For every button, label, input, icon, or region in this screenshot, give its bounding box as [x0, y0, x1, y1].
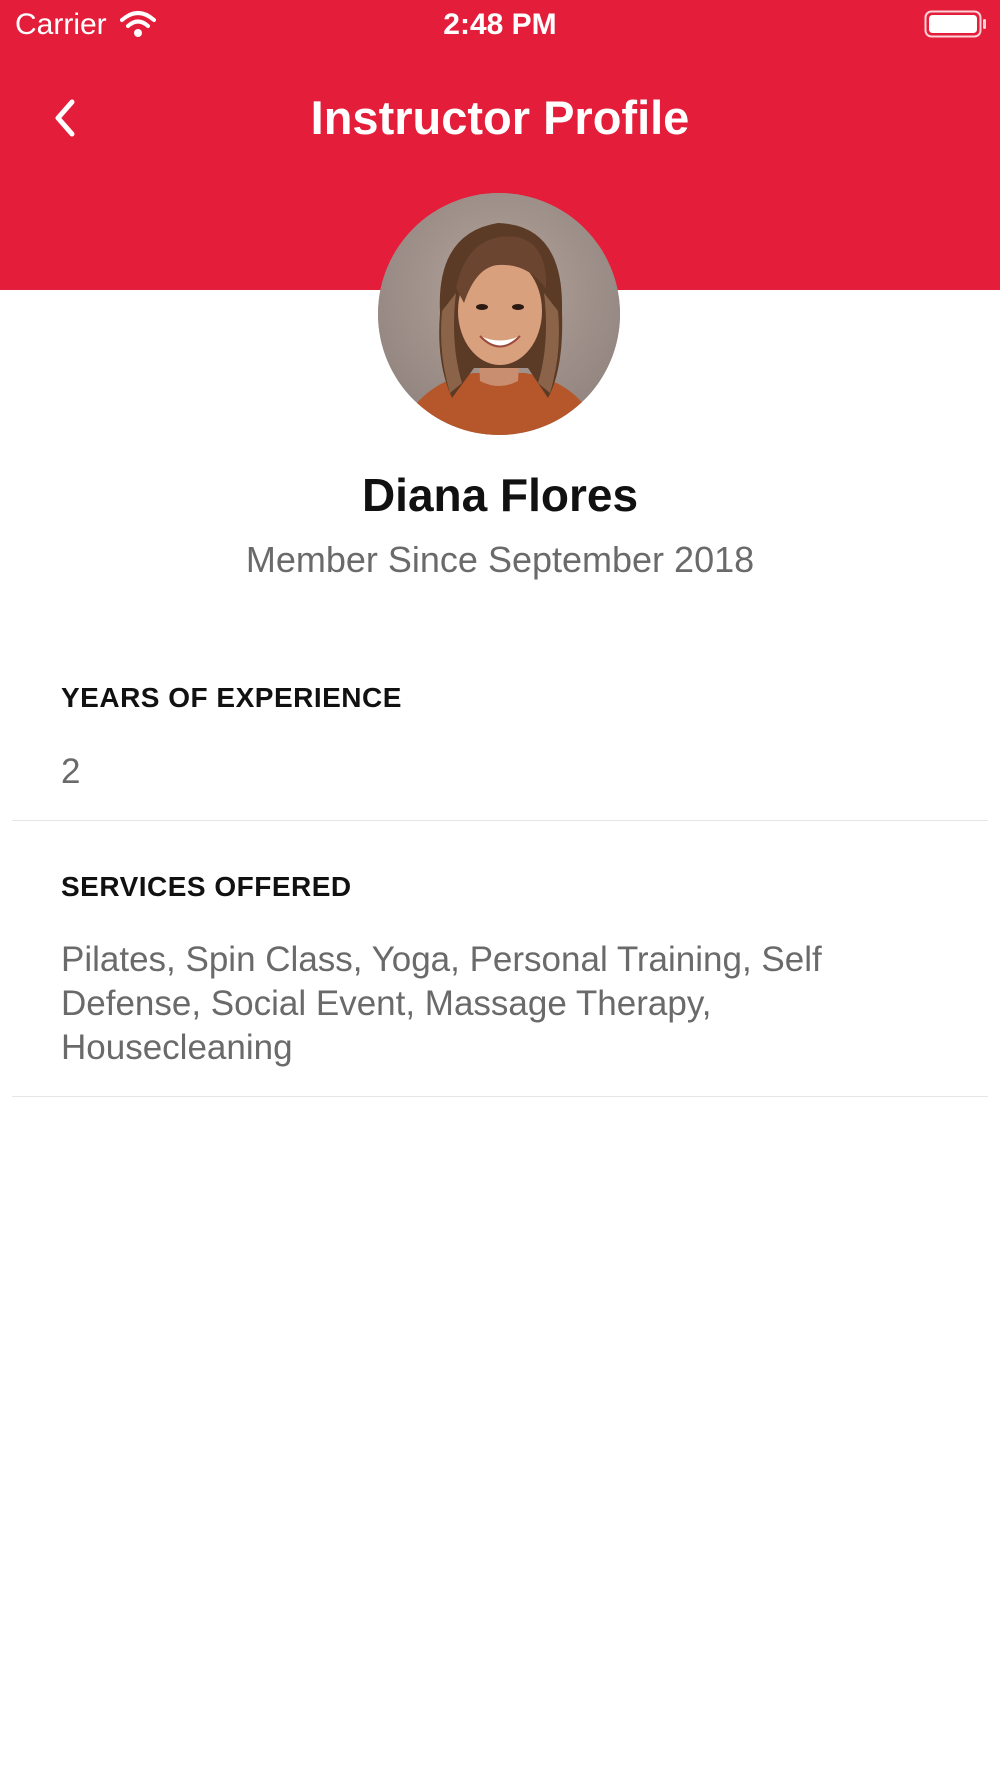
battery-icon: [924, 10, 988, 40]
services-value: Pilates, Spin Class, Yoga, Personal Trai…: [61, 940, 822, 1067]
divider: [12, 1096, 988, 1097]
avatar: [378, 193, 620, 435]
instructor-name: Diana Flores: [361, 469, 639, 521]
experience-label: YEARS OF EXPERIENCE: [61, 682, 402, 713]
experience-value: 2: [61, 752, 81, 791]
status-time: 2:48 PM: [443, 8, 557, 41]
member-since-text: Member Since September 2018: [245, 539, 755, 580]
services-label: SERVICES OFFERED: [61, 871, 352, 902]
status-bar: Carrier 2:48 PM: [0, 0, 1000, 52]
divider: [12, 820, 988, 821]
page-title: Instructor Profile: [310, 91, 690, 144]
